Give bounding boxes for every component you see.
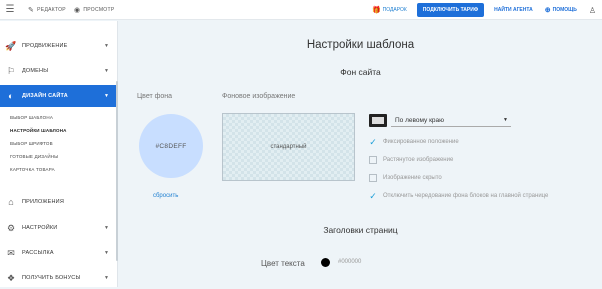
option-disable-alternating-bg[interactable]: ✓ Отключить чередование фона блоков на г… — [369, 191, 549, 201]
checkmark-icon[interactable]: ✓ — [369, 137, 377, 147]
sidebar: 🚀 ПРОДВИЖЕНИЕ ▼ ⚐ ДОМЕНЫ ▼ ◐ ДИЗАЙН САЙТ… — [0, 21, 118, 287]
hamburger-menu-icon[interactable]: ☰ — [0, 4, 20, 15]
preview-tab-label: ПРОСМОТР — [83, 6, 115, 13]
sidebar-scrollbar[interactable] — [116, 81, 118, 261]
option-stretched-image[interactable]: Растянутое изображение — [369, 156, 453, 164]
sidebar-item-promotion[interactable]: 🚀 ПРОДВИЖЕНИЕ ▼ — [0, 35, 118, 57]
connect-plan-button[interactable]: ПОДКЛЮЧИТЬ ТАРИФ — [416, 3, 485, 17]
pencil-icon: ✎ — [28, 6, 35, 14]
sidebar-item-label: ПРОДВИЖЕНИЕ — [22, 43, 68, 49]
chevron-down-icon: ▼ — [104, 43, 109, 49]
option-image-hidden[interactable]: Изображение скрыто — [369, 174, 442, 182]
sidebar-item-mailing[interactable]: ✉ РАССЫЛКА ▼ — [0, 242, 118, 264]
rocket-icon: 🚀 — [5, 40, 17, 51]
top-toolbar: ☰ ✎ РЕДАКТОР ◉ ПРОСМОТР 🎁 ПОДАРОК ПОДКЛЮ… — [0, 0, 602, 20]
sidebar-item-label: ПРИЛОЖЕНИЯ — [22, 199, 64, 205]
image-position-select[interactable]: По левому краю ▼ — [391, 114, 511, 127]
chevron-down-icon: ▼ — [104, 68, 109, 74]
background-image-picker[interactable]: стандартный — [222, 113, 355, 181]
text-color-label: Цвет текста — [261, 259, 305, 268]
option-fixed-position[interactable]: ✓ Фиксированное положение — [369, 137, 459, 147]
help-label: ПОМОЩЬ — [552, 7, 577, 13]
bonus-icon: ❖ — [6, 272, 16, 283]
editor-tab-label: РЕДАКТОР — [37, 6, 66, 13]
lifebuoy-icon: ⊕ — [544, 7, 551, 14]
sidebar-item-label: ПОЛУЧИТЬ БОНУСЫ — [22, 275, 81, 281]
option-label: Изображение скрыто — [383, 175, 442, 181]
preview-tab[interactable]: ◉ ПРОСМОТР — [74, 6, 115, 14]
checkmark-icon[interactable]: ✓ — [369, 191, 377, 201]
sidebar-item-label: ДОМЕНЫ — [22, 68, 49, 74]
gift-label: ПОДАРОК — [382, 7, 407, 13]
section-title-headings: Заголовки страниц — [323, 225, 398, 235]
section-title-background: Фон сайта — [340, 67, 381, 77]
option-label: Растянутое изображение — [383, 157, 454, 163]
help-button[interactable]: ⊕ ПОМОЩЬ — [545, 6, 577, 14]
gift-icon: 🎁 — [371, 7, 381, 14]
text-color-swatch[interactable] — [321, 258, 330, 267]
background-image-placeholder: стандартный — [270, 144, 307, 150]
sidebar-item-domains[interactable]: ⚐ ДОМЕНЫ ▼ — [0, 60, 118, 82]
sidebar-item-label: ДИЗАЙН САЙТА — [22, 93, 68, 99]
apps-icon: ⌂ — [8, 197, 14, 207]
sidebar-item-label: РАССЫЛКА — [22, 250, 54, 256]
flag-icon: ⚐ — [6, 65, 16, 76]
sidebar-subitem-product-card[interactable]: КАРТОЧКА ТОВАРА — [10, 167, 55, 172]
sidebar-item-apps[interactable]: ⌂ ПРИЛОЖЕНИЯ — [0, 191, 118, 213]
sidebar-item-site-design[interactable]: ◐ ДИЗАЙН САЙТА ▼ — [0, 85, 118, 107]
checkbox[interactable] — [369, 156, 377, 164]
sidebar-item-label: НАСТРОЙКИ — [22, 225, 58, 231]
mail-icon: ✉ — [7, 247, 15, 258]
background-color-swatch[interactable]: #C8DEFF — [139, 114, 203, 178]
sidebar-item-bonuses[interactable]: ❖ ПОЛУЧИТЬ БОНУСЫ ▼ — [0, 267, 118, 289]
option-label: Фиксированное положение — [383, 139, 459, 145]
user-icon[interactable]: ♙ — [589, 6, 596, 15]
main-panel: Настройки шаблона Фон сайта Цвет фона Фо… — [119, 21, 602, 287]
sidebar-subitem-fonts[interactable]: ВЫБОР ШРИФТОВ — [10, 141, 53, 146]
caret-down-icon: ▼ — [503, 117, 508, 123]
sidebar-subitem-ready-designs[interactable]: ГОТОВЫЕ ДИЗАЙНЫ — [10, 154, 58, 159]
sliders-icon: ⚙ — [6, 222, 16, 233]
page-title: Настройки шаблона — [306, 39, 415, 51]
text-color-value: #000000 — [338, 259, 362, 265]
background-color-label: Цвет фона — [137, 93, 173, 100]
palette-icon: ◐ — [8, 91, 14, 101]
reset-color-link[interactable]: сбросить — [153, 193, 178, 199]
gift-button[interactable]: 🎁 ПОДАРОК — [372, 6, 407, 14]
image-icon[interactable] — [369, 114, 387, 127]
image-position-value: По левому краю — [395, 116, 445, 124]
editor-tab[interactable]: ✎ РЕДАКТОР — [28, 6, 66, 14]
find-agent-link[interactable]: НАЙТИ АГЕНТА — [494, 7, 533, 13]
background-color-value: #C8DEFF — [155, 142, 187, 150]
background-image-label: Фоновое изображение — [222, 93, 296, 100]
eye-icon: ◉ — [73, 6, 81, 14]
chevron-down-icon: ▼ — [104, 275, 109, 281]
sidebar-subitem-template-choice[interactable]: ВЫБОР ШАБЛОНА — [10, 115, 53, 120]
checkbox[interactable] — [369, 174, 377, 182]
sidebar-item-settings[interactable]: ⚙ НАСТРОЙКИ ▼ — [0, 217, 118, 239]
sidebar-subitem-template-settings[interactable]: НАСТРОЙКИ ШАБЛОНА — [10, 128, 67, 133]
option-label: Отключить чередование фона блоков на гла… — [383, 193, 549, 199]
